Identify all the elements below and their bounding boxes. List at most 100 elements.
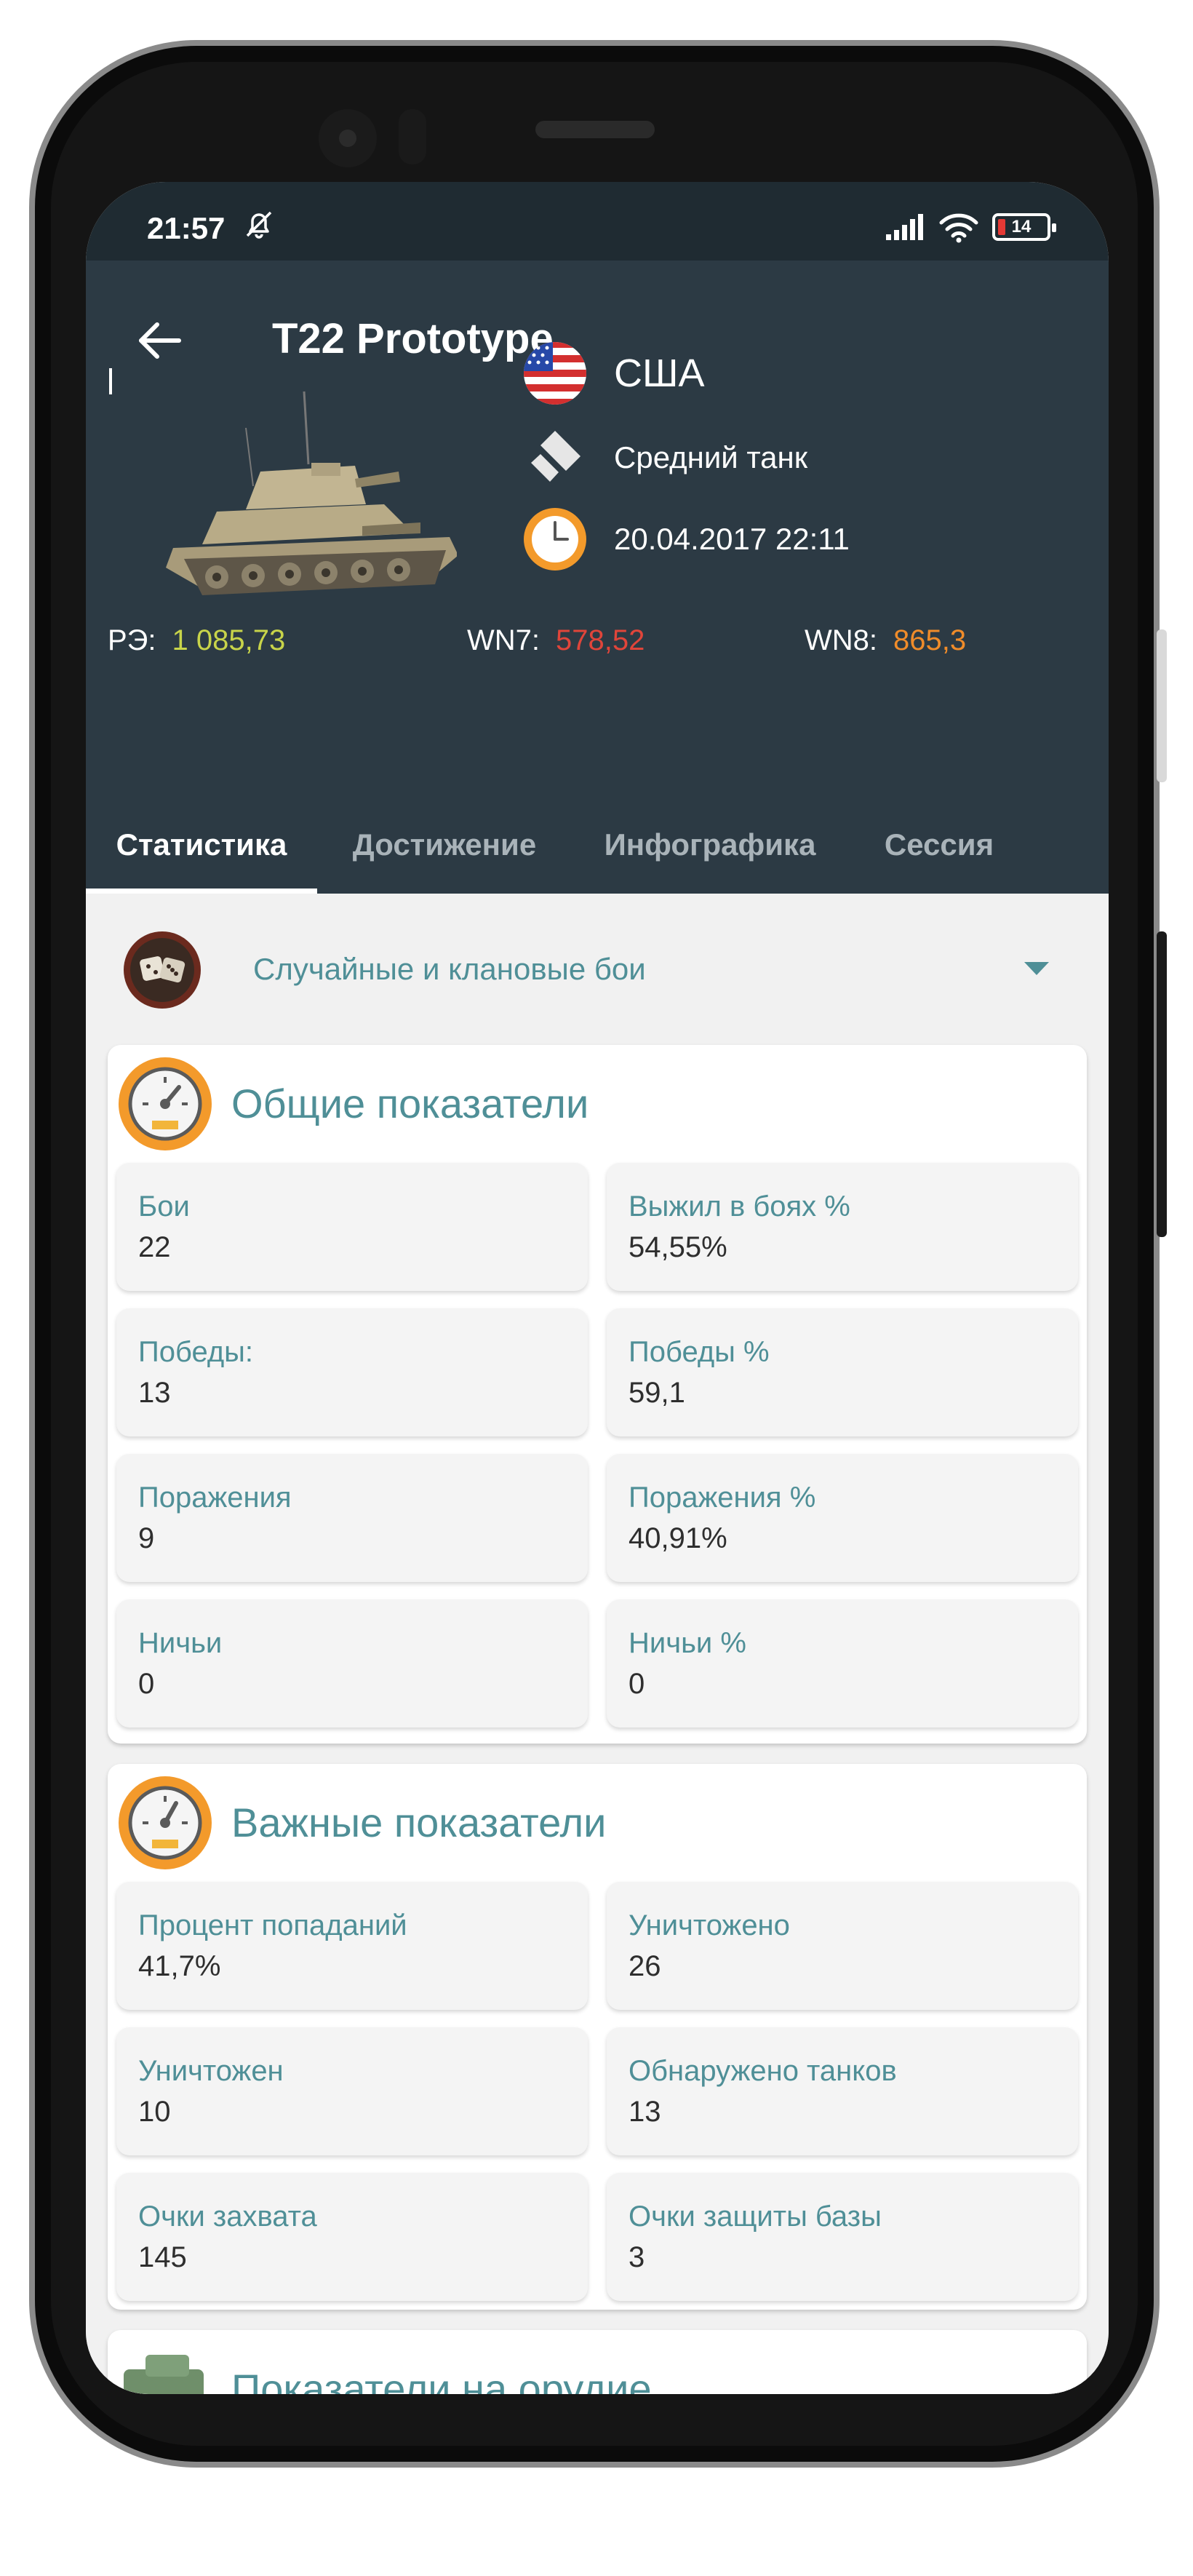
stat-label: Поражения <box>138 1482 292 1514</box>
gun-stats-card: Показатели на орудие <box>108 2330 1087 2394</box>
stat-value: 22 <box>138 1231 171 1263</box>
stat-label: Бои <box>138 1190 190 1223</box>
tab-bar: Статистика Достижение Инфографика Сессия <box>86 796 1109 894</box>
stat-value: 3 <box>629 2241 645 2273</box>
tab-statistics[interactable]: Статистика <box>86 796 317 894</box>
alarm-off-icon <box>246 211 272 239</box>
app-screen: 21:57 14 T22 Prototype США Средний танк … <box>86 182 1109 2394</box>
volume-button <box>1157 629 1167 782</box>
rating-value: 865,3 <box>893 624 967 656</box>
signal-icon <box>886 214 923 240</box>
speedometer-icon <box>119 1776 212 1869</box>
rating-wn8: WN8: 865,3 <box>805 624 966 657</box>
tank-gun-icon <box>124 2355 204 2394</box>
rating-value: 578,52 <box>556 624 645 656</box>
general-stats-card: Общие показатели Бои 22 Выжил в боях % 54,… <box>108 1045 1087 1744</box>
stat-value: 26 <box>629 1950 661 1982</box>
tab-infographics[interactable]: Инфографика <box>572 796 848 894</box>
stat-tile: Очки защиты базы 3 <box>607 2173 1078 2301</box>
stat-value: 54,55% <box>629 1231 727 1263</box>
status-indicators: 14 <box>885 211 1056 243</box>
page-title: T22 Prototype <box>272 315 554 362</box>
stat-value: 10 <box>138 2096 171 2128</box>
date-label: 20.04.2017 22:11 <box>614 522 850 556</box>
stat-label: Обнаружено танков <box>629 2055 897 2087</box>
battle-type-icon <box>124 931 201 1009</box>
stats-content: Случайные и клановые бои Общие показател… <box>86 894 1109 2394</box>
stat-label: Очки захвата <box>138 2201 317 2233</box>
dropdown-arrow-icon <box>1024 962 1049 975</box>
card-title: Показатели на орудие <box>231 2366 652 2394</box>
class-row: Средний танк <box>522 425 807 490</box>
front-camera <box>319 109 377 167</box>
rating-value: 1 085,73 <box>172 624 286 656</box>
stat-tile: Победы % 59,1 <box>607 1308 1078 1436</box>
battery-icon: 14 <box>992 213 1056 241</box>
status-time: 21:57 <box>147 211 226 245</box>
stat-label: Очки защиты базы <box>629 2201 882 2233</box>
battle-type-label: Случайные и клановые бои <box>253 952 646 986</box>
stat-value: 9 <box>138 1522 155 1554</box>
stat-tile: Выжил в боях % 54,55% <box>607 1163 1078 1291</box>
earpiece-speaker <box>535 121 655 138</box>
date-row: 20.04.2017 22:11 <box>522 506 850 572</box>
wifi-icon <box>939 213 978 243</box>
stat-tile: Поражения % 40,91% <box>607 1454 1078 1582</box>
stat-label: Выжил в боях % <box>629 1190 850 1223</box>
stat-value: 13 <box>138 1377 171 1409</box>
usa-flag-icon <box>524 342 586 405</box>
tab-achievements[interactable]: Достижение <box>317 796 572 894</box>
stat-value: 40,91% <box>629 1522 727 1554</box>
stat-label: Уничтожен <box>138 2055 284 2087</box>
stat-label: Поражения % <box>629 1482 816 1514</box>
battery-level: 14 <box>1011 217 1032 236</box>
stat-tile: Обнаружено танков 13 <box>607 2027 1078 2155</box>
stat-value: 59,1 <box>629 1377 685 1409</box>
status-bar: 21:57 14 <box>86 182 1109 261</box>
rating-efficiency: РЭ: 1 085,73 <box>108 624 285 657</box>
card-title: Важные показатели <box>231 1800 607 1845</box>
stat-tile: Бои 22 <box>116 1163 588 1291</box>
rating-label: WN7: <box>467 624 540 656</box>
card-header: Важные показатели <box>108 1764 1087 1880</box>
stat-label: Победы: <box>138 1336 254 1368</box>
rating-label: WN8: <box>805 624 877 656</box>
speedometer-icon <box>119 1057 212 1150</box>
tank-image <box>166 391 457 595</box>
stat-value: 0 <box>138 1668 155 1700</box>
proximity-sensor <box>399 109 426 164</box>
stat-label: Процент попаданий <box>138 1909 407 1941</box>
stat-value: 41,7% <box>138 1950 221 1982</box>
stat-tile: Победы: 13 <box>116 1308 588 1436</box>
battle-type-selector[interactable]: Случайные и клановые бои <box>86 894 1109 1046</box>
stat-tile: Процент попаданий 41,7% <box>116 1882 588 2010</box>
stat-tile: Уничтожен 10 <box>116 2027 588 2155</box>
stat-label: Ничьи % <box>629 1627 746 1659</box>
text-cursor <box>109 368 112 394</box>
nation-row: США <box>522 341 705 406</box>
stat-tile: Поражения 9 <box>116 1454 588 1582</box>
stat-tile: Уничтожено 26 <box>607 1882 1078 2010</box>
important-stats-card: Важные показатели Процент попаданий 41,7%… <box>108 1764 1087 2310</box>
tab-session[interactable]: Сессия <box>848 796 1030 894</box>
card-title: Общие показатели <box>231 1081 589 1126</box>
ratings-row: РЭ: 1 085,73 WN7: 578,52 WN8: 865,3 <box>108 624 1097 668</box>
vehicle-header: T22 Prototype США Средний танк 20.04.201… <box>86 261 1109 894</box>
stat-tile: Ничьи % 0 <box>607 1599 1078 1728</box>
stat-tile: Ничьи 0 <box>116 1599 588 1728</box>
back-arrow-icon[interactable] <box>131 311 189 370</box>
clock-icon <box>524 508 586 571</box>
medium-tank-class-icon <box>531 431 580 482</box>
stat-label: Уничтожено <box>629 1909 790 1941</box>
card-header: Общие показатели <box>108 1045 1087 1161</box>
rating-wn7: WN7: 578,52 <box>467 624 645 657</box>
nation-label: США <box>614 351 705 395</box>
rating-label: РЭ: <box>108 624 156 656</box>
power-button <box>1157 931 1167 1237</box>
stat-label: Ничьи <box>138 1627 223 1659</box>
stat-tile: Очки захвата 145 <box>116 2173 588 2301</box>
class-label: Средний танк <box>614 440 808 474</box>
card-header: Показатели на орудие <box>108 2330 1087 2394</box>
stat-value: 0 <box>629 1668 645 1700</box>
stat-label: Победы % <box>629 1336 770 1368</box>
